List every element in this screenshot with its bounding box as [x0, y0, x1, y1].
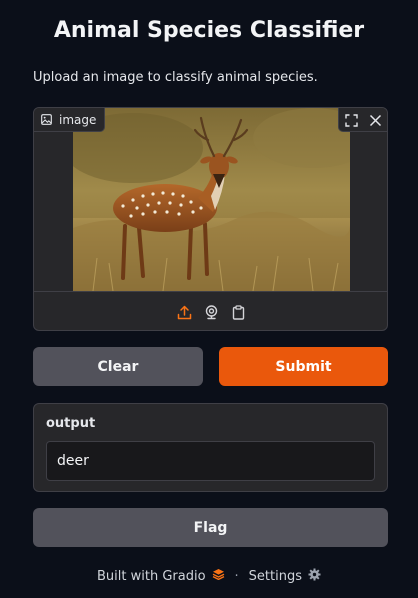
page-title: Animal Species Classifier	[53, 18, 365, 43]
image-corner-controls	[338, 108, 387, 132]
output-label: output	[46, 416, 96, 431]
settings-link[interactable]: Settings	[249, 569, 302, 584]
output-textbox[interactable]: deer	[46, 441, 375, 481]
image-input-panel[interactable]: image	[33, 107, 388, 331]
webcam-icon[interactable]	[203, 304, 220, 321]
image-source-selector	[34, 291, 387, 330]
footer: Built with Gradio · Settings	[0, 567, 418, 585]
gear-icon[interactable]	[308, 568, 321, 585]
submit-button[interactable]: Submit	[219, 347, 388, 386]
output-panel: output deer	[33, 403, 388, 492]
clipboard-icon[interactable]	[230, 304, 247, 321]
image-input-label: image	[34, 108, 106, 132]
upload-icon[interactable]	[176, 304, 193, 321]
close-icon[interactable]	[363, 108, 387, 132]
built-with-gradio-link[interactable]: Built with Gradio	[97, 569, 206, 584]
image-icon	[41, 114, 52, 125]
clear-button[interactable]: Clear	[33, 347, 203, 386]
gradio-logo-icon	[212, 568, 225, 584]
fullscreen-icon[interactable]	[339, 108, 363, 132]
page-description: Upload an image to classify animal speci…	[33, 70, 318, 85]
image-input-label-text: image	[59, 112, 97, 127]
uploaded-image-preview	[73, 108, 350, 291]
flag-button[interactable]: Flag	[33, 508, 388, 547]
footer-separator: ·	[234, 568, 239, 584]
